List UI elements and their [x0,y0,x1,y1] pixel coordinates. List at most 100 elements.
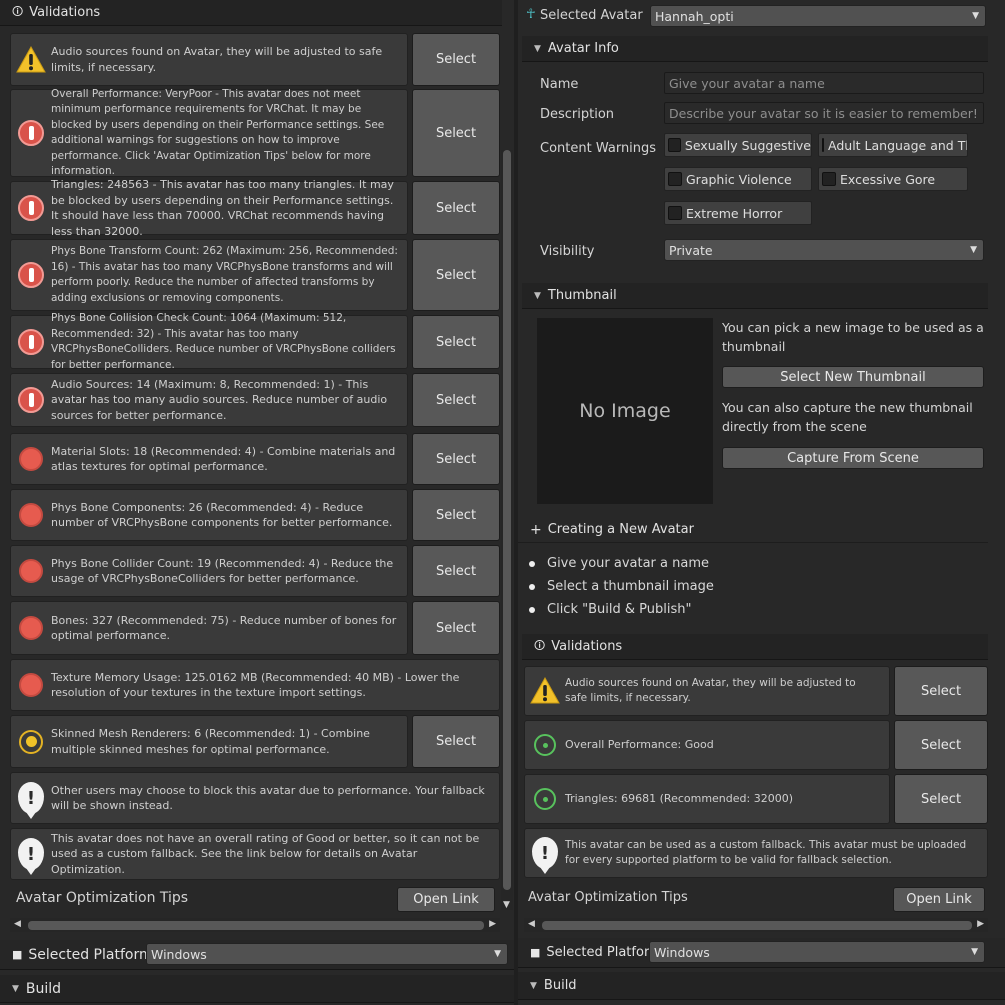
selected-avatar-dropdown[interactable]: Hannah_opti ▼ [650,5,986,27]
performance-good-icon [534,734,556,756]
horizontal-scrollbar-thumb[interactable] [28,921,484,930]
validation-row: Phys Bone Transform Count: 262 (Maximum:… [10,239,500,311]
scroll-left-arrow-icon[interactable]: ◀ [528,919,535,929]
step-text: Select a thumbnail image [547,579,714,594]
select-button[interactable]: Select [894,720,988,770]
validation-icon-slot [11,195,51,221]
build-header[interactable]: ▼ Build [518,972,1005,1000]
horizontal-scrollbar-thumb[interactable] [542,921,972,930]
validation-icon-slot [11,559,51,583]
validation-message: Triangles: 248563 - This avatar has too … [10,178,408,238]
validation-text: Audio sources found on Avatar, they will… [51,45,383,74]
optimization-tips-label: Avatar Optimization Tips [16,890,189,906]
collapse-triangle-icon: ▼ [12,983,19,994]
validations-header[interactable]: 🛈 Validations [0,0,502,26]
validation-row: Material Slots: 18 (Recommended: 4) - Co… [10,433,500,485]
validation-message: Material Slots: 18 (Recommended: 4) - Co… [10,433,408,485]
select-button[interactable]: Select [412,545,500,597]
open-link-button[interactable]: Open Link [893,887,985,912]
thumbnail-header[interactable]: ▼ Thumbnail [522,283,988,309]
validation-message: ! This avatar can be used as a custom fal… [524,828,988,878]
build-header[interactable]: ▼ Build [0,975,514,1003]
select-button[interactable]: Select [894,774,988,824]
validation-row: Audio Sources: 14 (Maximum: 8, Recommend… [10,373,500,427]
scroll-down-arrow-icon[interactable]: ▼ [503,900,510,910]
select-button[interactable]: Select [412,89,500,177]
checkbox-label: Excessive Gore [840,171,936,187]
info-bubble-icon: ! [532,837,558,874]
scroll-right-arrow-icon[interactable]: ▶ [489,919,496,929]
select-button[interactable]: Select [412,315,500,369]
platform-dropdown[interactable]: Windows ▼ [649,941,985,963]
validation-row: Texture Memory Usage: 125.0162 MB (Recom… [10,659,500,711]
scroll-right-arrow-icon[interactable]: ▶ [977,919,984,929]
vertical-scrollbar[interactable]: ▼ [501,150,513,910]
checkbox-box [668,206,682,220]
validations-header-right[interactable]: 🛈 Validations [522,634,988,660]
vertical-scrollbar-thumb[interactable] [503,150,511,890]
warning-graphic-violence-checkbox[interactable]: Graphic Violence [664,167,812,191]
checkbox-label: Adult Language and Them [828,137,967,153]
chevron-down-icon: ▼ [970,245,977,255]
description-input[interactable]: Describe your avatar so it is easier to … [664,102,984,124]
select-new-thumbnail-button[interactable]: Select New Thumbnail [722,366,984,388]
validation-text: Bones: 327 (Recommended: 75) - Reduce nu… [51,613,397,643]
plus-icon: + [530,521,542,538]
error-icon [18,195,44,221]
warning-icon [16,45,46,72]
validation-message: Audio sources found on Avatar, they will… [524,666,890,716]
validation-text: This avatar does not have an overall rat… [51,831,480,876]
validation-text: Material Slots: 18 (Recommended: 4) - Co… [51,444,396,474]
select-button[interactable]: Select [412,373,500,427]
horizontal-scrollbar[interactable]: ◀ ▶ [10,918,500,932]
open-link-button[interactable]: Open Link [397,887,495,912]
validation-text: Texture Memory Usage: 125.0162 MB (Recom… [51,670,460,700]
select-button[interactable]: Select [412,33,500,86]
scroll-left-arrow-icon[interactable]: ◀ [14,919,21,929]
validation-icon-slot [11,262,51,288]
description-label: Description [540,107,615,122]
collapse-triangle-icon: ▼ [534,290,541,301]
validation-message: Skinned Mesh Renderers: 6 (Recommended: … [10,715,408,768]
error-icon [18,387,44,413]
warning-extreme-horror-checkbox[interactable]: Extreme Horror [664,201,812,225]
creating-new-avatar-header: + Creating a New Avatar [518,517,988,543]
horizontal-scrollbar[interactable]: ◀ ▶ [524,918,988,932]
validation-row: Bones: 327 (Recommended: 75) - Reduce nu… [10,601,500,655]
platform-dropdown[interactable]: Windows ▼ [146,943,508,965]
validations-icon: 🛈 [12,5,24,18]
name-input[interactable]: Give your avatar a name [664,72,984,94]
chevron-down-icon: ▼ [971,947,978,957]
validation-text: This avatar can be used as a custom fall… [565,839,967,866]
optimization-tips-label: Avatar Optimization Tips [528,890,688,905]
select-button[interactable]: Select [412,181,500,235]
visibility-dropdown[interactable]: Private ▼ [664,239,984,261]
warning-icon [530,677,560,704]
select-button[interactable]: Select [894,666,988,716]
validation-row: Triangles: 69681 (Recommended: 32000) Sel… [524,774,988,824]
validation-message: Overall Performance: VeryPoor - This ava… [10,88,408,177]
select-button[interactable]: Select [412,433,500,485]
validation-message: Audio Sources: 14 (Maximum: 8, Recommend… [10,373,408,427]
validation-icon-slot: ! [525,837,565,874]
warning-adult-language-checkbox[interactable]: Adult Language and Them [818,133,968,157]
step-item: Select a thumbnail image [529,579,714,594]
selected-avatar-label: Selected Avatar [540,8,643,23]
validation-message: Overall Performance: Good [524,720,890,770]
validation-icon-slot: ! [11,782,51,819]
build-title: Build [543,978,577,993]
validation-message: Phys Bone Collision Check Count: 1064 (M… [10,312,408,371]
warning-excessive-gore-checkbox[interactable]: Excessive Gore [818,167,968,191]
thumbnail-preview: No Image [537,318,713,504]
visibility-label: Visibility [540,244,595,259]
avatar-info-title: Avatar Info [547,41,619,56]
capture-from-scene-button[interactable]: Capture From Scene [722,447,984,469]
select-button[interactable]: Select [412,239,500,311]
select-button[interactable]: Select [412,489,500,541]
warning-sexually-suggestive-checkbox[interactable]: Sexually Suggestive [664,133,812,157]
select-button[interactable]: Select [412,601,500,655]
select-button[interactable]: Select [412,715,500,768]
validation-icon-slot [525,734,565,756]
avatar-info-header[interactable]: ▼ Avatar Info [522,36,988,62]
thumbnail-capture-text: You can also capture the new thumbnail d… [722,400,973,434]
